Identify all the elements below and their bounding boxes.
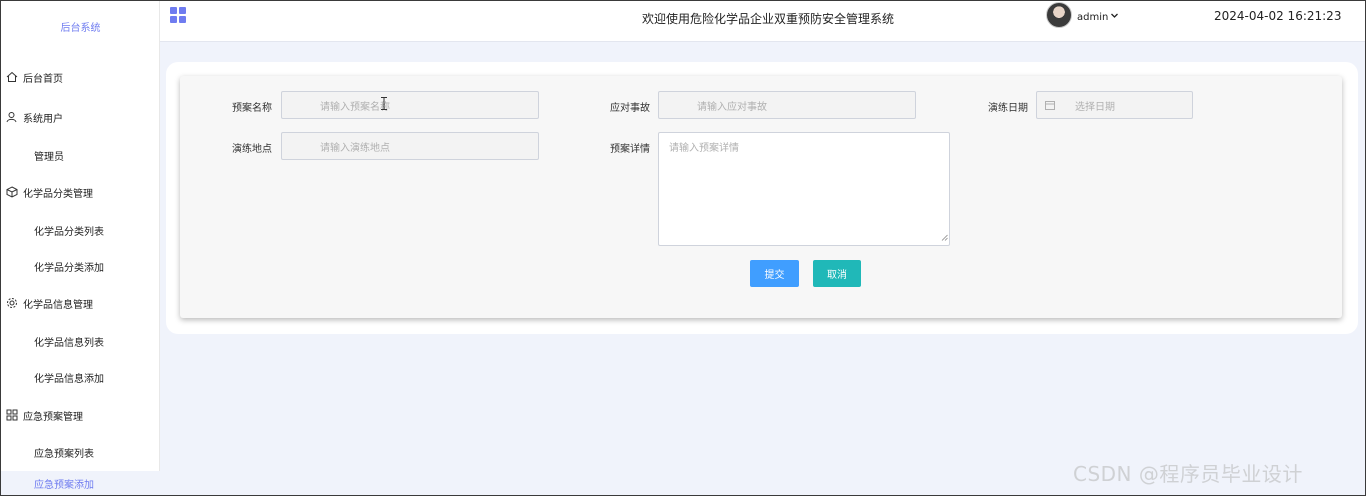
sidebar-title: 后台系统 bbox=[60, 23, 101, 34]
sidebar-item-admin[interactable]: 管理员 bbox=[1, 145, 160, 165]
datetime: 2024-04-02 16:21:23 bbox=[1214, 9, 1342, 23]
chevron-down-icon bbox=[1110, 11, 1119, 23]
topbar: 欢迎使用危险化学品企业双重预防安全管理系统 admin 2024-04-02 1… bbox=[160, 1, 1365, 42]
drill-location-placeholder: 请输入演练地点 bbox=[320, 142, 390, 154]
grid-icon bbox=[5, 408, 19, 422]
drill-location-label: 演练地点 bbox=[232, 144, 272, 155]
sidebar-item-chem-info-add[interactable]: 化学品信息添加 bbox=[1, 367, 160, 387]
sidebar-item-label: 后台首页 bbox=[23, 73, 63, 85]
sidebar-item-label: 化学品分类添加 bbox=[34, 262, 104, 274]
detail-textarea[interactable]: 请输入预案详情 bbox=[658, 132, 950, 246]
sidebar-item-home[interactable]: 后台首页 bbox=[1, 67, 160, 87]
sidebar-item-label: 化学品分类管理 bbox=[23, 188, 93, 200]
sidebar-item-chem-category-add[interactable]: 化学品分类添加 bbox=[1, 256, 160, 276]
submit-button[interactable]: 提交 bbox=[750, 260, 799, 287]
menu-toggle-icon[interactable] bbox=[170, 7, 186, 23]
incident-placeholder: 请输入应对事故 bbox=[697, 101, 767, 113]
page-title: 欢迎使用危险化学品企业双重预防安全管理系统 bbox=[642, 12, 895, 26]
avatar[interactable] bbox=[1046, 2, 1072, 28]
text-cursor-icon bbox=[381, 97, 387, 110]
sidebar-item-chem-category[interactable]: 化学品分类管理 bbox=[1, 182, 160, 202]
username: admin bbox=[1077, 11, 1109, 23]
sidebar-item-label: 应急预案列表 bbox=[34, 448, 94, 460]
sidebar-item-emergency-plan-list[interactable]: 应急预案列表 bbox=[1, 442, 160, 462]
sidebar-item-label: 化学品分类列表 bbox=[34, 226, 104, 238]
gear-icon bbox=[5, 296, 19, 310]
home-icon bbox=[5, 70, 19, 84]
user-menu[interactable]: admin bbox=[1077, 11, 1119, 23]
sidebar-item-emergency-plan[interactable]: 应急预案管理 bbox=[1, 405, 160, 425]
plan-name-input[interactable]: 请输入预案名称 bbox=[281, 91, 539, 119]
sidebar-item-system-users[interactable]: 系统用户 bbox=[1, 107, 160, 127]
incident-input[interactable]: 请输入应对事故 bbox=[658, 91, 916, 119]
detail-placeholder: 请输入预案详情 bbox=[669, 143, 739, 154]
sidebar-item-label: 化学品信息添加 bbox=[34, 373, 104, 385]
sidebar-item-chem-info-list[interactable]: 化学品信息列表 bbox=[1, 331, 160, 351]
sidebar-item-emergency-plan-add[interactable]: 应急预案添加 bbox=[1, 471, 160, 495]
drill-date-label: 演练日期 bbox=[988, 103, 1028, 114]
drill-location-input[interactable]: 请输入演练地点 bbox=[281, 132, 539, 160]
sidebar-item-label: 化学品信息管理 bbox=[23, 299, 93, 311]
user-icon bbox=[5, 110, 19, 124]
sidebar: 后台系统 后台首页 系统用户 管理员 化学品分类管理 化学品分类列表 化学品分类… bbox=[1, 1, 160, 495]
sidebar-item-label: 系统用户 bbox=[23, 113, 63, 125]
calendar-icon bbox=[1045, 100, 1055, 113]
drill-date-picker[interactable]: 选择日期 bbox=[1036, 91, 1193, 119]
detail-label: 预案详情 bbox=[610, 144, 650, 155]
sidebar-item-chem-category-list[interactable]: 化学品分类列表 bbox=[1, 220, 160, 240]
watermark: CSDN @程序员毕业设计 bbox=[1073, 462, 1303, 486]
sidebar-item-label: 应急预案添加 bbox=[34, 479, 94, 491]
sidebar-item-label: 管理员 bbox=[34, 151, 64, 163]
sidebar-item-label: 应急预案管理 bbox=[23, 411, 83, 423]
sidebar-item-label: 化学品信息列表 bbox=[34, 337, 104, 349]
incident-label: 应对事故 bbox=[610, 103, 650, 114]
drill-date-placeholder: 选择日期 bbox=[1075, 101, 1115, 113]
plan-name-label: 预案名称 bbox=[232, 103, 272, 114]
cancel-button[interactable]: 取消 bbox=[813, 260, 861, 287]
plan-name-placeholder: 请输入预案名称 bbox=[320, 101, 390, 113]
sidebar-item-chem-info[interactable]: 化学品信息管理 bbox=[1, 293, 160, 313]
resize-handle-icon[interactable] bbox=[941, 233, 948, 244]
box-icon bbox=[5, 185, 19, 199]
